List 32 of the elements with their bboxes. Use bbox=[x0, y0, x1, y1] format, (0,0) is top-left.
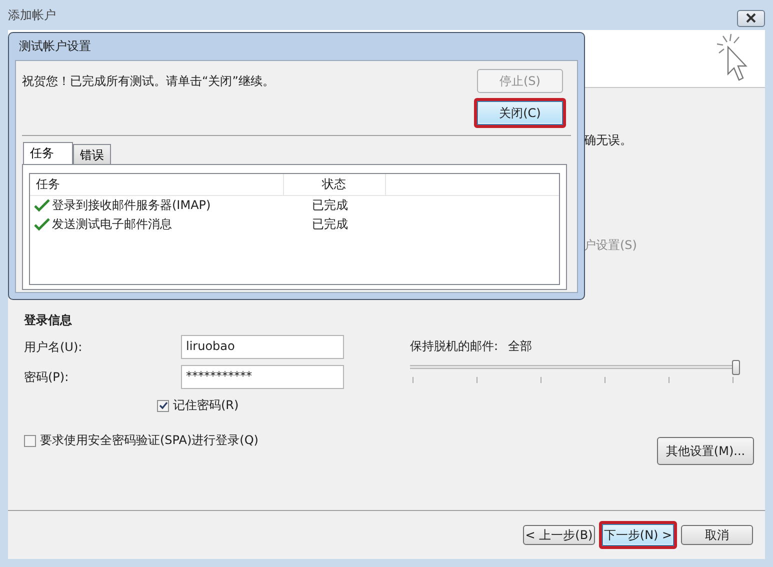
task-status: 已完成 bbox=[311, 197, 349, 214]
tab[interactable]: 错误 bbox=[73, 144, 111, 164]
dialog-title: 测试帐户设置 bbox=[19, 38, 91, 55]
checkbox-label: 要求使用安全密码验证(SPA)进行登录(Q) bbox=[40, 432, 258, 449]
section-heading: 登录信息 bbox=[24, 312, 73, 329]
checkbox[interactable] bbox=[24, 434, 36, 446]
field-label: 用户名(U): bbox=[24, 338, 84, 356]
dialog-button[interactable]: 关闭(C) bbox=[474, 98, 566, 128]
column-header[interactable]: 任务 bbox=[30, 174, 284, 195]
column-header[interactable]: 状态 bbox=[284, 174, 386, 195]
close-button[interactable] bbox=[737, 10, 765, 26]
slider-thumb[interactable] bbox=[732, 360, 740, 375]
offline-mail-value: 全部 bbox=[508, 338, 532, 355]
message-text: 祝贺您！已完成所有测试。请单击“关闭”继续。 bbox=[22, 73, 274, 90]
task-name: 登录到接收邮件服务器(IMAP) bbox=[52, 197, 211, 214]
checkbox[interactable] bbox=[157, 400, 169, 412]
field-label: 密码(P): bbox=[24, 368, 70, 386]
checkbox-label: 记住密码(R) bbox=[173, 397, 239, 414]
nav-button[interactable]: < 上一步(B) bbox=[523, 525, 595, 545]
input-field[interactable]: *********** bbox=[181, 365, 344, 389]
input-field[interactable]: liruobao bbox=[181, 335, 344, 359]
task-status: 已完成 bbox=[311, 216, 349, 233]
offline-mail-label: 保持脱机的邮件: bbox=[410, 338, 498, 355]
task-name: 发送测试电子邮件消息 bbox=[52, 216, 172, 233]
more-settings-button[interactable]: 其他设置(M)... bbox=[657, 437, 754, 465]
label-text: 确无误。 bbox=[584, 132, 633, 149]
tab[interactable]: 任务 bbox=[23, 142, 73, 164]
window-title: 添加帐户 bbox=[8, 6, 56, 24]
nav-button[interactable]: 下一步(N) > bbox=[599, 521, 677, 549]
close-icon bbox=[745, 13, 757, 23]
label-text: 户设置(S) bbox=[584, 237, 638, 254]
nav-button[interactable]: 取消 bbox=[681, 525, 753, 545]
